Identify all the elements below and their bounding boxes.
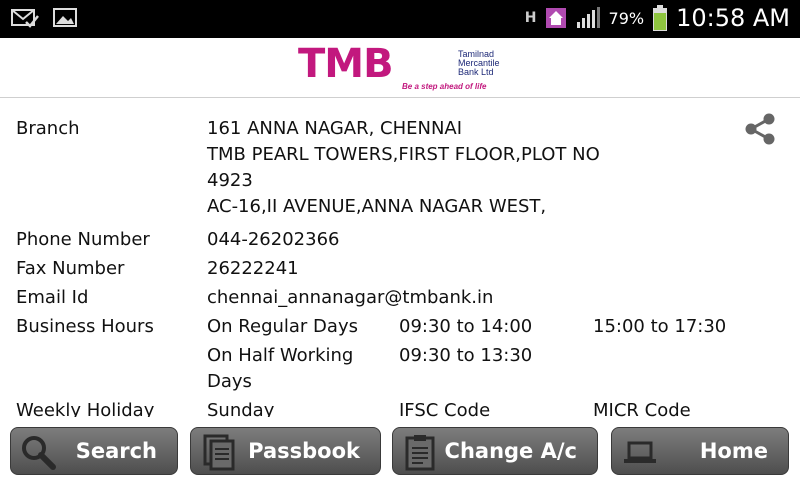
logo-bank-name: Tamilnad Mercantile Bank Ltd xyxy=(458,49,500,77)
logo-tagline: Be a step ahead of life xyxy=(402,82,487,91)
search-button[interactable]: Search xyxy=(10,427,178,475)
share-icon[interactable] xyxy=(742,111,778,147)
half-days-hours: 09:30 to 13:30 xyxy=(399,345,533,366)
branch-address-line-2: TMB PEARL TOWERS,FIRST FLOOR,PLOT NO xyxy=(207,144,600,165)
laptop-icon xyxy=(624,441,656,463)
passbook-icon xyxy=(203,434,235,471)
passbook-button[interactable]: Passbook xyxy=(190,427,381,475)
regular-hours-1: 09:30 to 14:00 xyxy=(399,316,533,337)
search-icon xyxy=(22,436,56,470)
status-bar: H 79% 10:58 AM xyxy=(0,0,800,38)
email-value[interactable]: chennai_annanagar@tmbank.in xyxy=(207,285,493,311)
email-label: Email Id xyxy=(16,287,89,308)
tmb-logo: TMB Tamilnad Mercantile Bank Ltd Be a st… xyxy=(298,44,508,94)
branch-details[interactable]: Branch 161 ANNA NAGAR, CHENNAI TMB PEARL… xyxy=(0,99,800,417)
phone-label: Phone Number xyxy=(16,229,150,250)
half-days-label-1: On Half Working xyxy=(207,345,354,366)
notification-icons xyxy=(10,6,80,30)
branch-address-line-3: 4923 xyxy=(207,170,253,191)
branch-label: Branch xyxy=(16,118,80,139)
signal-icon xyxy=(576,7,600,28)
micr-label: MICR Code xyxy=(593,400,691,417)
network-type-icon: H xyxy=(524,10,537,26)
regular-hours-2: 15:00 to 17:30 xyxy=(593,316,727,337)
passbook-button-label: Passbook xyxy=(248,439,360,463)
home-button[interactable]: Home xyxy=(611,427,789,475)
ifsc-label: IFSC Code xyxy=(399,400,491,417)
image-icon xyxy=(53,8,77,27)
app-header: TMB Tamilnad Mercantile Bank Ltd Be a st… xyxy=(0,38,800,98)
home-button-label: Home xyxy=(699,439,768,463)
clipboard-icon xyxy=(405,435,435,471)
clock: 10:58 AM xyxy=(676,4,790,32)
change-account-button-label: Change A/c xyxy=(444,439,577,463)
half-days-label-2: Days xyxy=(207,371,252,392)
fax-value: 26222241 xyxy=(207,258,299,279)
business-hours-label: Business Hours xyxy=(16,316,154,337)
branch-address-line-1: 161 ANNA NAGAR, CHENNAI xyxy=(207,118,463,139)
home-app-icon xyxy=(545,8,566,28)
change-account-button[interactable]: Change A/c xyxy=(392,427,598,475)
weekly-holiday-label: Weekly Holiday xyxy=(16,400,155,417)
branch-address-line-4: AC-16,II AVENUE,ANNA NAGAR WEST, xyxy=(207,196,547,217)
bottom-nav: Search Passbook Change A/c Home xyxy=(0,417,800,480)
mail-check-icon xyxy=(11,9,39,28)
logo-text: TMB xyxy=(298,41,394,87)
battery-icon xyxy=(653,5,668,31)
phone-value[interactable]: 044-26202366 xyxy=(207,227,339,253)
search-button-label: Search xyxy=(75,439,157,463)
battery-percent: 79% xyxy=(608,8,645,28)
regular-days-label: On Regular Days xyxy=(207,316,358,337)
fax-label: Fax Number xyxy=(16,258,125,279)
weekly-holiday-value: Sunday xyxy=(207,400,275,417)
